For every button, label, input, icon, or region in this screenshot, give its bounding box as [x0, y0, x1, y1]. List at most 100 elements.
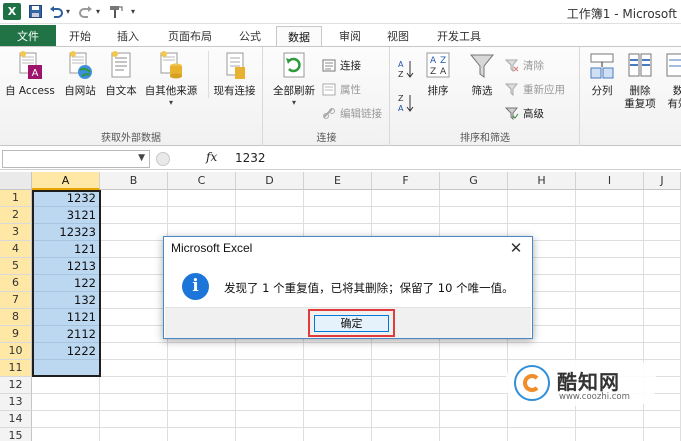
cell-d2[interactable]	[236, 207, 304, 224]
column-header-b[interactable]: B	[100, 172, 168, 190]
cell-e2[interactable]	[304, 207, 372, 224]
column-header-i[interactable]: I	[576, 172, 644, 190]
connections-button[interactable]: 连接	[322, 57, 361, 73]
cell-b10[interactable]	[100, 343, 168, 360]
cell-j15[interactable]	[644, 428, 681, 441]
cell-b5[interactable]	[100, 258, 168, 275]
column-header-a[interactable]: A	[32, 172, 100, 190]
cell-d10[interactable]	[236, 343, 304, 360]
column-header-f[interactable]: F	[372, 172, 440, 190]
name-box[interactable]: ▼	[2, 150, 150, 168]
data-validation-button[interactable]: 数 有效	[663, 51, 681, 111]
tab-view[interactable]: 视图	[380, 26, 416, 46]
row-header-9[interactable]: 9	[0, 326, 32, 343]
cell-i5[interactable]	[576, 258, 644, 275]
cell-b7[interactable]	[100, 292, 168, 309]
ok-button[interactable]: 确定	[314, 315, 389, 332]
column-header-j[interactable]: J	[644, 172, 681, 190]
cell-c10[interactable]	[168, 343, 236, 360]
sort-ascending-button[interactable]: AZ	[397, 59, 415, 81]
from-web-button[interactable]: 自网站	[60, 51, 100, 98]
formula-value[interactable]: 1232	[235, 151, 266, 165]
cell-i1[interactable]	[576, 190, 644, 207]
cell-i9[interactable]	[576, 326, 644, 343]
cell-a13[interactable]	[32, 394, 100, 411]
save-icon[interactable]	[27, 3, 43, 20]
cell-i7[interactable]	[576, 292, 644, 309]
row-header-5[interactable]: 5	[0, 258, 32, 275]
cell-f1[interactable]	[372, 190, 440, 207]
reapply-button[interactable]: 重新应用	[504, 81, 565, 97]
cell-a6[interactable]: 122	[32, 275, 100, 292]
close-icon[interactable]: ✕	[506, 239, 526, 257]
cell-b12[interactable]	[100, 377, 168, 394]
advanced-filter-button[interactable]: 高级	[504, 105, 544, 121]
undo-dropdown-icon[interactable]: ▾	[64, 3, 72, 20]
cell-i15[interactable]	[576, 428, 644, 441]
cell-a5[interactable]: 1213	[32, 258, 100, 275]
format-painter-icon[interactable]	[108, 3, 124, 20]
cell-a8[interactable]: 1121	[32, 309, 100, 326]
existing-connections-button[interactable]: 现有连接	[208, 51, 260, 98]
cell-e11[interactable]	[304, 360, 372, 377]
cell-j10[interactable]	[644, 343, 681, 360]
column-header-h[interactable]: H	[508, 172, 576, 190]
cell-i2[interactable]	[576, 207, 644, 224]
from-other-sources-button[interactable]: 自其他来源 ▾	[142, 51, 200, 107]
from-text-button[interactable]: 自文本	[102, 51, 140, 98]
cell-g10[interactable]	[440, 343, 508, 360]
cell-f10[interactable]	[372, 343, 440, 360]
cell-a15[interactable]	[32, 428, 100, 441]
refresh-all-button[interactable]: 全部刷新 ▾	[268, 51, 320, 107]
cell-j2[interactable]	[644, 207, 681, 224]
cell-e15[interactable]	[304, 428, 372, 441]
tab-review[interactable]: 审阅	[332, 26, 368, 46]
cell-c2[interactable]	[168, 207, 236, 224]
cell-h14[interactable]	[508, 411, 576, 428]
row-header-8[interactable]: 8	[0, 309, 32, 326]
cell-f12[interactable]	[372, 377, 440, 394]
cell-c15[interactable]	[168, 428, 236, 441]
cell-i10[interactable]	[576, 343, 644, 360]
cell-i4[interactable]	[576, 241, 644, 258]
tab-formulas[interactable]: 公式	[232, 26, 268, 46]
cell-h15[interactable]	[508, 428, 576, 441]
row-header-2[interactable]: 2	[0, 207, 32, 224]
cell-b11[interactable]	[100, 360, 168, 377]
sort-button[interactable]: AZZA 排序	[421, 51, 455, 98]
cell-e14[interactable]	[304, 411, 372, 428]
cell-a10[interactable]: 1222	[32, 343, 100, 360]
cell-j3[interactable]	[644, 224, 681, 241]
cell-g12[interactable]	[440, 377, 508, 394]
cell-c13[interactable]	[168, 394, 236, 411]
cell-b14[interactable]	[100, 411, 168, 428]
customize-toolbar-icon[interactable]: ▾	[128, 3, 138, 20]
cell-j1[interactable]	[644, 190, 681, 207]
cell-c14[interactable]	[168, 411, 236, 428]
from-access-button[interactable]: A 自 Access	[4, 51, 56, 98]
cell-b3[interactable]	[100, 224, 168, 241]
cell-g15[interactable]	[440, 428, 508, 441]
cell-d15[interactable]	[236, 428, 304, 441]
column-header-g[interactable]: G	[440, 172, 508, 190]
cell-j5[interactable]	[644, 258, 681, 275]
row-header-3[interactable]: 3	[0, 224, 32, 241]
edit-links-button[interactable]: 编辑链接	[322, 105, 382, 121]
tab-page-layout[interactable]: 页面布局	[160, 26, 220, 46]
cell-f2[interactable]	[372, 207, 440, 224]
cell-i14[interactable]	[576, 411, 644, 428]
row-header-13[interactable]: 13	[0, 394, 32, 411]
column-header-e[interactable]: E	[304, 172, 372, 190]
cell-i3[interactable]	[576, 224, 644, 241]
select-all-corner[interactable]	[0, 172, 32, 190]
cell-g14[interactable]	[440, 411, 508, 428]
cell-a3[interactable]: 12323	[32, 224, 100, 241]
row-header-11[interactable]: 11	[0, 360, 32, 377]
sort-descending-button[interactable]: ZA	[397, 93, 415, 115]
cell-c1[interactable]	[168, 190, 236, 207]
cell-j14[interactable]	[644, 411, 681, 428]
cell-b4[interactable]	[100, 241, 168, 258]
tab-file[interactable]: 文件	[0, 25, 56, 46]
tab-developer[interactable]: 开发工具	[428, 26, 490, 46]
row-header-7[interactable]: 7	[0, 292, 32, 309]
